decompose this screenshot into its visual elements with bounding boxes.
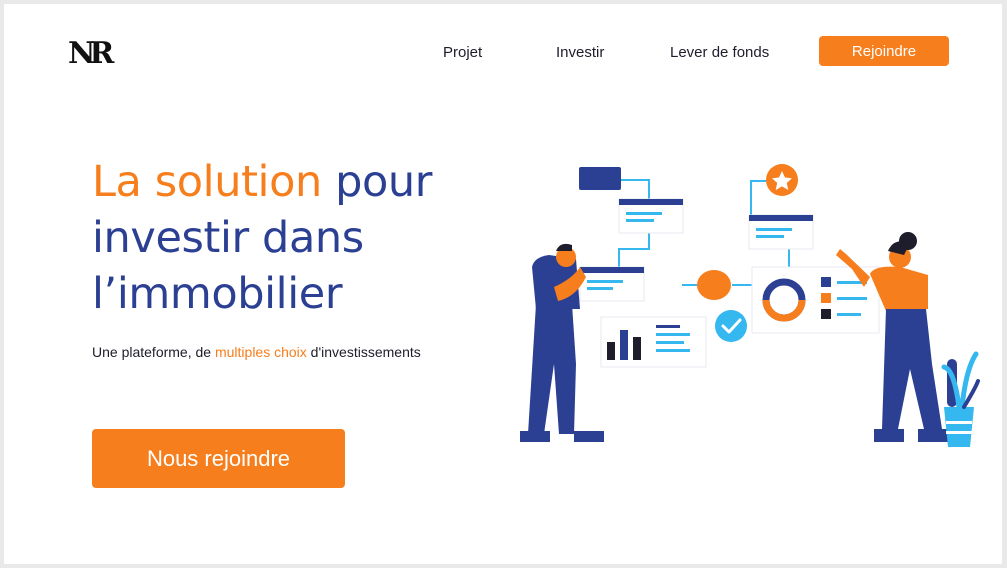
orange-node xyxy=(697,270,731,300)
logo-text: NR xyxy=(68,36,115,70)
hero-subtitle-accent: multiples choix xyxy=(214,344,307,360)
hero-subtitle-start: Une plateforme, de xyxy=(92,344,215,360)
plant-icon xyxy=(941,351,980,447)
top-card xyxy=(579,167,621,190)
check-icon xyxy=(715,310,747,342)
rejoindre-button[interactable]: Rejoindre xyxy=(819,36,949,66)
hero-title: La solution pour investir dans l’immobil… xyxy=(92,154,512,322)
bar-chart-icon xyxy=(600,316,707,368)
page-frame: NR Projet Investir Lever de fonds Rejoin… xyxy=(4,4,1002,564)
star-icon xyxy=(766,164,798,196)
nav-projet[interactable]: Projet xyxy=(443,44,482,61)
hero-title-line-3: l’immobilier xyxy=(92,269,343,319)
nav-lever-de-fonds[interactable]: Lever de fonds xyxy=(670,44,769,61)
hero-title-accent: La solution xyxy=(92,157,322,207)
hero-title-line-1: La solution pour xyxy=(92,157,432,207)
hero-subtitle-end: d'investissements xyxy=(306,344,421,360)
hero-title-line-2: investir dans xyxy=(92,213,364,263)
nous-rejoindre-button[interactable]: Nous rejoindre xyxy=(92,429,345,488)
brand-logo[interactable]: NR xyxy=(66,34,124,70)
info-panel-1 xyxy=(618,198,684,234)
nav-investir[interactable]: Investir xyxy=(556,44,604,61)
hero-illustration xyxy=(520,164,980,447)
woman-figure xyxy=(836,232,948,442)
info-panel-2 xyxy=(579,266,645,302)
hero-subtitle: Une plateforme, de multiples choix d'inv… xyxy=(92,344,421,360)
info-panel-3 xyxy=(748,214,814,250)
hero-title-rest: pour xyxy=(321,157,433,207)
